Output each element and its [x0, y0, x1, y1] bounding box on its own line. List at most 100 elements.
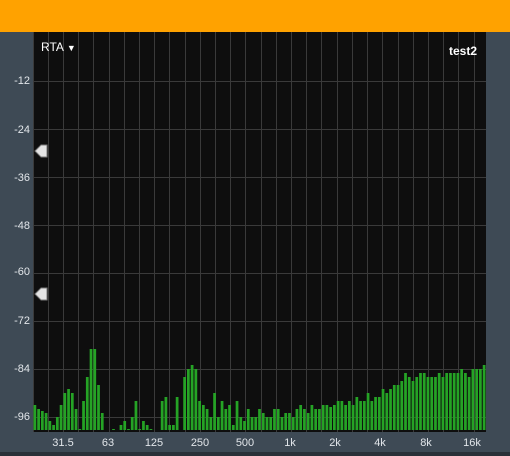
- rta-bar: [284, 413, 288, 430]
- rta-bar: [355, 397, 359, 430]
- rta-bar: [329, 407, 332, 430]
- rta-bar: [318, 409, 321, 430]
- rta-bar: [183, 377, 186, 430]
- rta-bar: [291, 417, 295, 430]
- rta-bar: [374, 397, 377, 430]
- rta-bar: [93, 349, 97, 430]
- x-tick-label: 2k: [329, 437, 341, 449]
- rta-bar: [209, 417, 213, 430]
- rta-bar: [347, 401, 351, 430]
- rta-bar: [213, 393, 216, 430]
- rta-bar: [160, 401, 164, 430]
- top-bar: [0, 0, 510, 32]
- rta-bar: [392, 385, 396, 430]
- x-tick-label: 1k: [284, 437, 296, 449]
- rta-bar: [452, 373, 456, 430]
- rta-bar: [130, 417, 134, 430]
- rta-bar: [430, 377, 434, 430]
- rta-bar: [340, 401, 344, 430]
- rta-bar: [59, 405, 63, 430]
- rta-bar: [321, 405, 325, 430]
- x-tick-label: 500: [235, 437, 255, 449]
- x-tick-label: 8k: [420, 437, 432, 449]
- rta-bar: [456, 373, 460, 430]
- rta-bar: [67, 389, 70, 430]
- y-tick-label: -36: [14, 172, 30, 184]
- rta-spectrum-chart: [33, 32, 486, 432]
- x-tick-label: 125: [144, 437, 164, 449]
- rta-bar: [404, 373, 407, 430]
- rta-bar: [224, 409, 228, 430]
- rta-bar: [299, 405, 303, 430]
- rta-bar: [460, 369, 464, 430]
- y-tick-label: -24: [14, 124, 30, 136]
- y-tick-label: -96: [14, 411, 30, 423]
- rta-bar: [149, 429, 153, 430]
- rta-bar: [385, 393, 389, 430]
- rta-bar: [351, 405, 355, 430]
- rta-bar: [172, 425, 175, 430]
- y-tick-label: -12: [14, 75, 30, 87]
- rta-bar: [82, 401, 85, 430]
- rta-plot[interactable]: RTA ▼ test2: [33, 32, 486, 432]
- rta-bar: [33, 405, 37, 430]
- rta-bar: [265, 417, 269, 430]
- rta-bar: [396, 385, 400, 430]
- rta-bar: [198, 401, 201, 430]
- rta-bar: [175, 397, 179, 430]
- rta-bar: [261, 413, 265, 430]
- rta-bar: [142, 421, 145, 430]
- y-tick-label: -60: [14, 266, 30, 278]
- rta-bar: [441, 377, 445, 430]
- rta-bar: [295, 409, 299, 430]
- rta-bar: [85, 377, 89, 430]
- rta-bar: [246, 409, 250, 430]
- rta-bar: [344, 405, 347, 430]
- rta-bar: [381, 389, 385, 430]
- rta-bar: [258, 409, 261, 430]
- rta-bar: [40, 411, 44, 430]
- rta-bar: [422, 373, 426, 430]
- rta-mode-dropdown[interactable]: RTA ▼: [41, 40, 76, 54]
- rta-bar: [205, 409, 209, 430]
- rta-bar: [254, 417, 258, 430]
- y-tick-label: -84: [14, 363, 30, 375]
- rta-bar: [74, 409, 78, 430]
- rta-bar: [216, 417, 220, 430]
- rta-bar: [190, 365, 194, 430]
- rta-bar: [134, 401, 138, 430]
- rta-bar: [359, 401, 362, 430]
- rta-bar: [419, 373, 422, 430]
- rta-bar: [377, 397, 381, 430]
- rta-bar: [449, 373, 452, 430]
- rta-bar: [482, 365, 486, 430]
- rta-bar: [138, 429, 142, 430]
- rta-bar: [228, 405, 231, 430]
- rta-bar: [314, 409, 318, 430]
- rta-bar: [467, 377, 471, 430]
- x-tick-label: 63: [101, 437, 115, 449]
- right-panel: [486, 32, 510, 432]
- y-tick-label: -72: [14, 315, 30, 327]
- rta-bar: [445, 373, 449, 430]
- x-tick-label: 4k: [374, 437, 386, 449]
- x-tick-label: 250: [190, 437, 210, 449]
- rta-bar: [464, 373, 467, 430]
- left-pointer-icon[interactable]: [34, 144, 48, 158]
- rta-bar: [37, 409, 40, 430]
- x-tick-label: 16k: [463, 437, 481, 449]
- rta-bar: [201, 405, 205, 430]
- rta-bar: [70, 393, 74, 430]
- rta-bar: [370, 401, 374, 430]
- y-tick-label: -48: [14, 220, 30, 232]
- rta-bar: [273, 409, 276, 430]
- rta-bar: [437, 373, 441, 430]
- rta-bar: [97, 385, 100, 430]
- rta-bar: [100, 413, 104, 430]
- rta-bar: [362, 401, 366, 430]
- rta-bar: [407, 377, 411, 430]
- left-pointer-icon[interactable]: [34, 287, 48, 301]
- bottom-border: [0, 452, 510, 456]
- rta-bar: [415, 377, 419, 430]
- rta-bar: [48, 421, 52, 430]
